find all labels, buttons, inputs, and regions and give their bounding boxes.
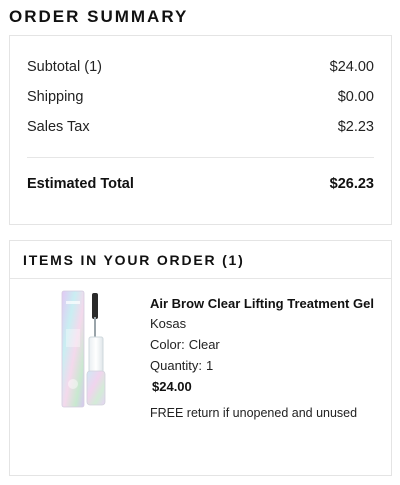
color-value: Clear — [188, 337, 220, 352]
sales-tax-row: Sales Tax $2.23 — [27, 119, 374, 135]
estimated-total-value: $26.23 — [329, 176, 374, 192]
subtotal-label: Subtotal (1) — [27, 59, 102, 75]
subtotal-row: Subtotal (1) $24.00 — [27, 59, 374, 75]
estimated-total-label: Estimated Total — [27, 176, 134, 192]
wand-cap — [86, 370, 106, 406]
sales-tax-label: Sales Tax — [27, 119, 90, 135]
return-note: FREE return if unopened and unused — [150, 406, 358, 420]
page-title: ORDER SUMMARY — [9, 7, 189, 26]
items-header: ITEMS IN YOUR ORDER (1) — [10, 241, 391, 279]
product-image[interactable] — [52, 289, 112, 414]
subtotal-value: $24.00 — [329, 59, 374, 75]
shipping-label: Shipping — [27, 89, 84, 105]
shipping-value: $0.00 — [337, 89, 374, 105]
product-quantity: Quantity: 1 — [150, 358, 385, 373]
color-label: Color: — [150, 337, 185, 352]
order-summary-card: Subtotal (1) $24.00 Shipping $0.00 Sales… — [9, 35, 392, 225]
wand-stem — [94, 317, 96, 339]
shipping-row: Shipping $0.00 — [27, 89, 374, 105]
product-package — [61, 290, 85, 408]
sales-tax-value: $2.23 — [337, 119, 374, 135]
summary-divider — [27, 157, 374, 158]
product-name[interactable]: Air Brow Clear Lifting Treatment Gel — [150, 296, 385, 311]
product-brand: Kosas — [150, 316, 187, 331]
wand-brush — [92, 293, 98, 319]
product-color: Color: Clear — [150, 337, 385, 352]
product-price: $24.00 — [152, 379, 192, 394]
order-items-card: ITEMS IN YOUR ORDER (1) Air Brow Clear L… — [9, 240, 392, 476]
quantity-value: 1 — [206, 358, 214, 373]
quantity-label: Quantity: — [150, 358, 203, 373]
estimated-total-row: Estimated Total $26.23 — [27, 176, 374, 192]
product-details: Air Brow Clear Lifting Treatment Gel Kos… — [150, 296, 385, 420]
